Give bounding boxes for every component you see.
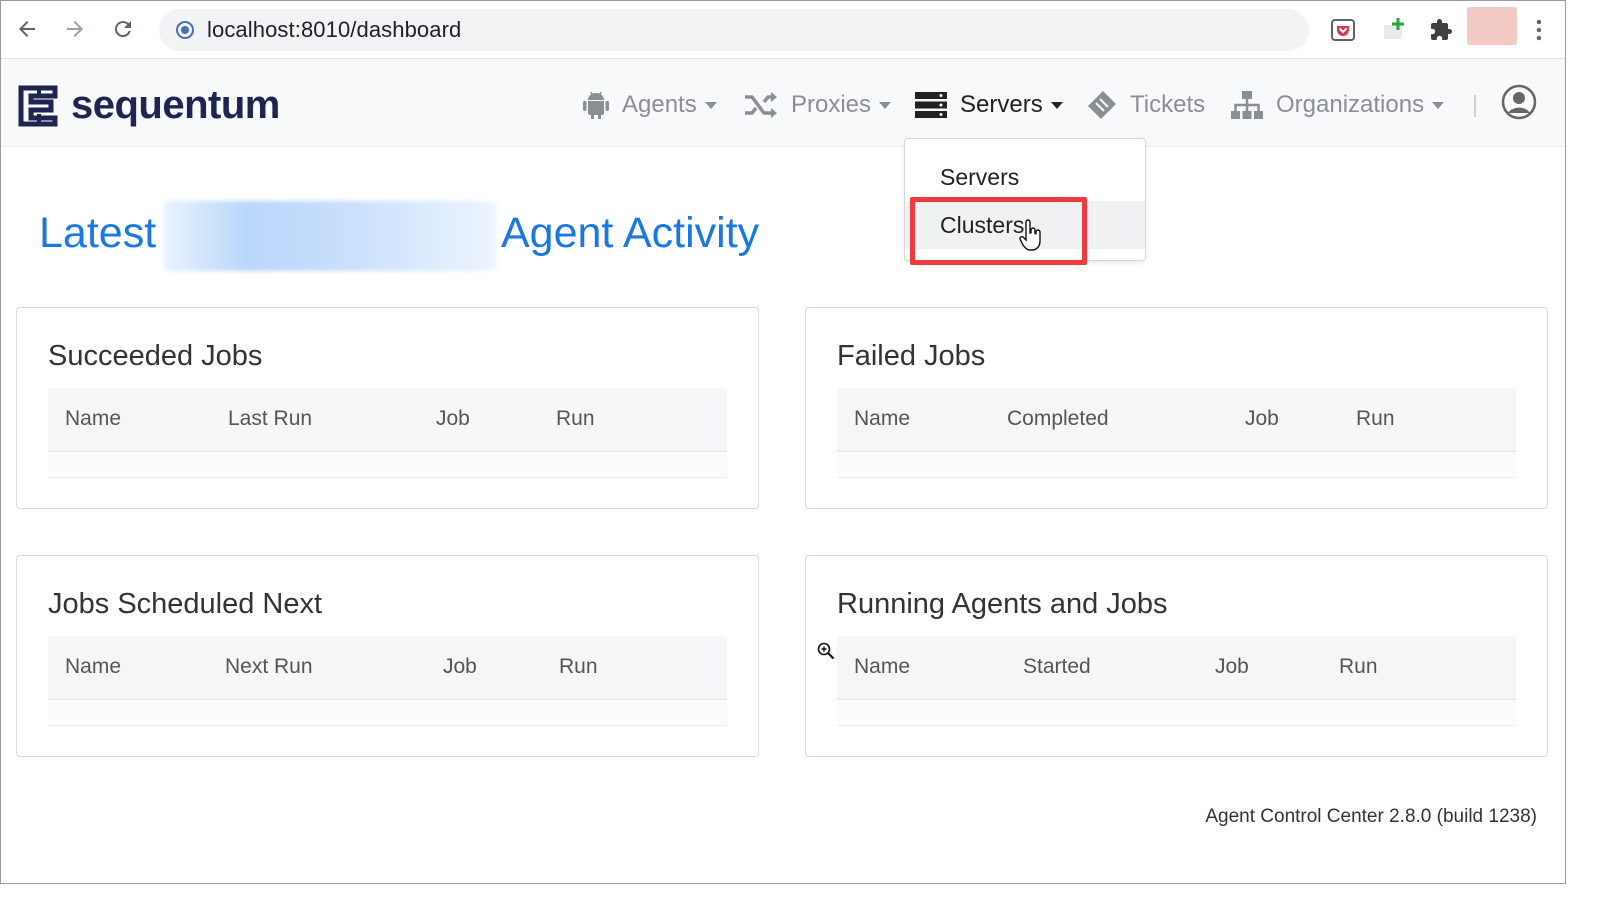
column-header[interactable]: Next Run <box>225 655 313 679</box>
site-info-icon[interactable] <box>175 20 195 40</box>
sequentum-logo-icon <box>18 85 58 126</box>
table-row <box>837 453 1516 478</box>
android-icon <box>582 90 610 120</box>
column-header[interactable]: Name <box>65 655 121 679</box>
hand-pointer-icon <box>1019 219 1043 258</box>
nav-tickets-label: Tickets <box>1130 91 1206 118</box>
page-title: Latest <box>39 203 156 263</box>
version-footer: Agent Control Center 2.8.0 (build 1238) <box>1205 806 1537 827</box>
chevron-down-icon <box>704 101 717 109</box>
chevron-down-icon <box>879 101 892 109</box>
column-header[interactable]: Run <box>556 407 595 431</box>
sitemap-icon <box>1230 90 1264 120</box>
page-title-suffix: Agent Activity <box>501 208 760 257</box>
card-title: Jobs Scheduled Next <box>48 588 323 620</box>
nav-organizations-label: Organizations <box>1276 91 1425 118</box>
nav-servers-label: Servers <box>960 91 1043 118</box>
column-header[interactable]: Job <box>1245 407 1279 431</box>
page-title-prefix: Latest <box>39 208 157 257</box>
column-header[interactable]: Run <box>1339 655 1378 679</box>
brand-name: sequentum <box>71 83 280 127</box>
page-title-suffix-wrap: Agent Activity <box>501 203 759 263</box>
user-circle-icon <box>1501 84 1537 127</box>
add-extension-icon[interactable] <box>1377 13 1411 47</box>
nav-proxies-label: Proxies <box>791 91 872 118</box>
table-header: Name Completed Job Run <box>837 388 1516 452</box>
forward-arrow-icon[interactable] <box>57 11 93 47</box>
table-header: Name Next Run Job Run <box>48 636 727 700</box>
address-bar[interactable]: localhost:8010/dashboard <box>159 9 1309 51</box>
highlight-annotation <box>910 197 1087 265</box>
profile-avatar[interactable] <box>1467 7 1517 45</box>
url-text: localhost:8010/dashboard <box>207 17 462 42</box>
card-jobs-scheduled-next: Jobs Scheduled Next Name Next Run Job Ru… <box>16 555 759 757</box>
server-icon <box>914 91 948 119</box>
column-header[interactable]: Run <box>1356 407 1395 431</box>
card-title: Succeeded Jobs <box>48 340 263 372</box>
table-row <box>837 701 1516 726</box>
column-header[interactable]: Name <box>854 407 910 431</box>
redacted-region <box>163 201 496 271</box>
column-header[interactable]: Job <box>1215 655 1249 679</box>
zoom-in-icon <box>817 642 835 665</box>
table-header: Name Last Run Job Run <box>48 388 727 452</box>
column-header[interactable]: Name <box>854 655 910 679</box>
ticket-icon <box>1086 89 1118 121</box>
column-header[interactable]: Started <box>1023 655 1091 679</box>
chevron-down-icon <box>1050 101 1063 109</box>
card-failed-jobs: Failed Jobs Name Completed Job Run <box>805 307 1548 509</box>
chevron-down-icon <box>1432 101 1445 109</box>
reload-icon[interactable] <box>105 11 141 47</box>
nav-servers[interactable]: Servers <box>914 85 1063 125</box>
card-title: Failed Jobs <box>837 340 986 372</box>
nav-agents[interactable]: Agents <box>582 85 717 125</box>
nav-divider <box>1474 95 1476 117</box>
dropdown-item-servers[interactable]: Servers <box>905 153 1145 201</box>
app-navbar: sequentum Agents Proxies Servers Tickets… <box>1 59 1565 147</box>
nav-tickets[interactable]: Tickets <box>1086 85 1205 125</box>
column-header[interactable]: Name <box>65 407 121 431</box>
shuffle-icon <box>743 91 779 119</box>
card-succeeded-jobs: Succeeded Jobs Name Last Run Job Run <box>16 307 759 509</box>
table-row <box>48 701 727 726</box>
column-header[interactable]: Job <box>436 407 470 431</box>
table-header: Name Started Job Run <box>837 636 1516 700</box>
nav-organizations[interactable]: Organizations <box>1230 85 1445 125</box>
column-header[interactable]: Run <box>559 655 598 679</box>
column-header[interactable]: Last Run <box>228 407 312 431</box>
browser-toolbar: localhost:8010/dashboard <box>1 1 1565 59</box>
browser-menu-icon[interactable] <box>1522 13 1556 47</box>
app-window: localhost:8010/dashboard sequentum Agent… <box>0 0 1566 884</box>
brand-logo[interactable]: sequentum <box>17 83 280 128</box>
nav-agents-label: Agents <box>622 91 697 118</box>
pocket-extension-icon[interactable] <box>1326 13 1360 47</box>
column-header[interactable]: Job <box>443 655 477 679</box>
card-title: Running Agents and Jobs <box>837 588 1168 620</box>
back-arrow-icon[interactable] <box>9 11 45 47</box>
card-running-agents-and-jobs: Running Agents and Jobs Name Started Job… <box>805 555 1548 757</box>
table-row <box>48 453 727 478</box>
column-header[interactable]: Completed <box>1007 407 1109 431</box>
user-menu[interactable] <box>1501 84 1537 127</box>
puzzle-extensions-icon[interactable] <box>1424 13 1458 47</box>
nav-proxies[interactable]: Proxies <box>743 85 892 125</box>
